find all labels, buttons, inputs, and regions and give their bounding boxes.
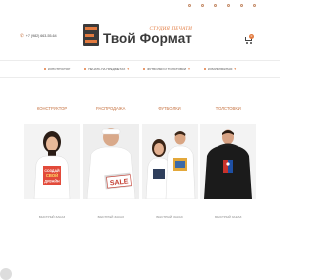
svg-text:ДИЗАЙН: ДИЗАЙН	[44, 180, 60, 184]
quick-order-button[interactable]: БЫСТРЫЙ ЗАКАЗ	[24, 215, 80, 219]
topbar-link[interactable]	[188, 3, 193, 7]
nav-item-tshirts-hoodies[interactable]: ФУТБОЛКИ И ТОЛСТОВКИ ▾	[143, 67, 190, 71]
cart-count-badge: 0	[249, 34, 254, 39]
nav-item-camouflage[interactable]: КОМУФЛЯЖНАЯ ▾	[203, 67, 237, 71]
scroll-to-top-button[interactable]	[0, 268, 12, 280]
main-nav: КОНСТРУКТОР ПЕЧАТЬ НА ПРЕДМЕТАХ ▾ ФУТБОЛ…	[0, 60, 280, 78]
logo-mark-icon	[83, 24, 99, 46]
site-logo[interactable]: СТУДИЯ ПЕЧАТИ Твой Формат	[83, 24, 192, 46]
category-title[interactable]: ФУТБОЛКИ	[142, 106, 198, 111]
nav-item-label: КОМУФЛЯЖНАЯ	[207, 67, 233, 71]
topbar-link[interactable]	[201, 3, 206, 7]
couple-in-tshirts-image	[141, 124, 198, 199]
category-grid: КОНСТРУКТОР СОЗДАЙ СВОЙ ДИЗАЙН БЫСТРЫЙ З…	[24, 96, 257, 234]
bullet-icon	[43, 68, 46, 70]
category-title[interactable]: ТОЛСТОВКИ	[200, 106, 256, 111]
site-header: ✆ +7 (982) 663-55-64 СТУДИЯ ПЕЧАТИ Твой …	[0, 12, 280, 58]
phone-number[interactable]: +7 (982) 663-55-64	[26, 34, 57, 38]
logo-text: СТУДИЯ ПЕЧАТИ Твой Формат	[103, 27, 192, 46]
bullet-icon	[143, 68, 146, 70]
account-icon	[240, 3, 243, 7]
page: ✆ +7 (982) 663-55-64 СТУДИЯ ПЕЧАТИ Твой …	[0, 0, 280, 280]
chevron-down-icon: ▾	[188, 67, 190, 71]
delivery-icon	[201, 3, 204, 7]
cart-button[interactable]: 0	[244, 34, 254, 44]
category-title[interactable]: КОНСТРУКТОР	[24, 106, 80, 111]
category-title[interactable]: РАСПРОДАЖА	[83, 106, 139, 111]
category-card-sale[interactable]: РАСПРОДАЖА SALE БЫСТРЫЙ ЗАКАЗ	[82, 96, 139, 234]
category-image[interactable]	[141, 124, 198, 199]
topbar-link[interactable]	[214, 3, 219, 7]
nav-item-label: ФУТБОЛКИ И ТОЛСТОВКИ	[147, 67, 187, 71]
quick-order-button[interactable]: БЫСТРЫЙ ЗАКАЗ	[200, 215, 256, 219]
contacts-icon	[227, 3, 230, 7]
nav-item-label: ПЕЧАТЬ НА ПРЕДМЕТАХ	[88, 67, 126, 71]
category-card-tshirts[interactable]: ФУТБОЛКИ БЫСТРЫЙ ЗАКАЗ	[141, 96, 198, 234]
svg-text:СВОЙ: СВОЙ	[46, 173, 58, 178]
nav-item-print-on-items[interactable]: ПЕЧАТЬ НА ПРЕДМЕТАХ ▾	[84, 67, 129, 71]
chevron-down-icon: ▾	[127, 67, 130, 71]
sale-tshirt-image: SALE	[82, 124, 139, 199]
topbar-link[interactable]	[253, 3, 258, 7]
chevron-down-icon: ▾	[234, 67, 237, 71]
info-icon	[188, 3, 191, 7]
category-image[interactable]: СОЗДАЙ СВОЙ ДИЗАЙН	[24, 124, 80, 199]
phone-icon: ✆	[20, 33, 24, 38]
topbar-link[interactable]	[227, 3, 232, 7]
topbar-link[interactable]	[240, 3, 245, 7]
girl-in-custom-tshirt-image: СОЗДАЙ СВОЙ ДИЗАЙН	[24, 124, 80, 199]
category-image[interactable]	[200, 124, 257, 199]
nav-item-constructor[interactable]: КОНСТРУКТОР	[43, 67, 71, 71]
bullet-icon	[84, 68, 87, 70]
category-card-constructor[interactable]: КОНСТРУКТОР СОЗДАЙ СВОЙ ДИЗАЙН БЫСТРЫЙ З…	[24, 96, 80, 234]
payment-icon	[214, 3, 217, 7]
man-in-hoodie-image	[200, 124, 257, 199]
phone-link[interactable]: ✆ +7 (982) 663-55-64	[20, 33, 57, 39]
logo-title: Твой Формат	[103, 31, 193, 46]
login-icon	[253, 3, 256, 7]
bullet-icon	[203, 68, 206, 70]
nav-item-label: КОНСТРУКТОР	[47, 67, 71, 71]
quick-order-button[interactable]: БЫСТРЫЙ ЗАКАЗ	[83, 215, 139, 219]
category-image[interactable]: SALE	[82, 124, 139, 199]
top-utility-bar	[0, 0, 280, 10]
quick-order-button[interactable]: БЫСТРЫЙ ЗАКАЗ	[142, 215, 198, 219]
category-card-hoodies[interactable]: ТОЛСТОВКИ БЫСТРЫЙ ЗАКАЗ	[200, 96, 257, 234]
